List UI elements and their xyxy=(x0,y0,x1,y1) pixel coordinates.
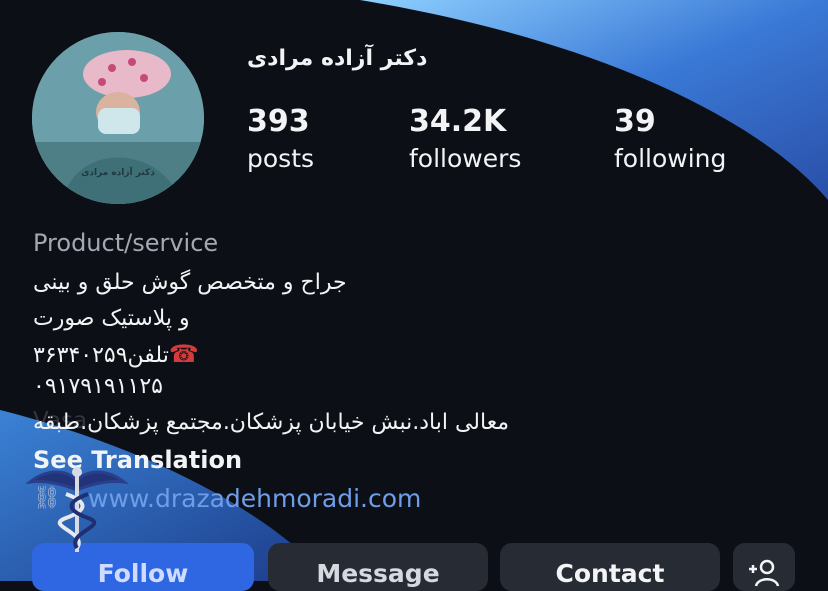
followers-label: followers xyxy=(409,144,522,173)
bio-line-2: و پلاستیک صورت xyxy=(33,306,190,331)
avatar-caption: دکتر آزاده مرادی xyxy=(81,168,155,178)
contact-button[interactable]: Contact xyxy=(500,543,720,591)
stat-following[interactable]: 39 following xyxy=(614,106,726,180)
profile-category: Product/service xyxy=(33,229,219,257)
followers-count: 34.2K xyxy=(409,104,507,139)
following-count: 39 xyxy=(614,104,656,139)
add-person-icon xyxy=(749,559,780,587)
avatar-photo xyxy=(32,32,204,204)
bio-phone-line: ☎تلفن۳۶۳۴۰۲۵۹ xyxy=(33,340,199,368)
telephone-icon: ☎ xyxy=(168,340,199,368)
website-link[interactable]: www.drazadehmoradi.com xyxy=(88,484,421,513)
following-label: following xyxy=(614,144,727,173)
profile-name: دکتر آزاده مرادی xyxy=(247,46,428,71)
bio-address: معالی اباد.نبش خیابان پزشکان.مجتمع پزشکا… xyxy=(33,410,510,435)
bio-line-1: جراح و متخصص گوش حلق و بینی xyxy=(33,270,347,295)
stat-posts[interactable]: 393 posts xyxy=(247,106,314,180)
phone-number: ۳۶۳۴۰۲۵۹ xyxy=(33,343,128,368)
caduceus-icon xyxy=(26,467,128,552)
phone-label: تلفن xyxy=(127,343,169,368)
posts-count: 393 xyxy=(247,104,310,139)
stat-followers[interactable]: 34.2K followers xyxy=(409,106,521,180)
profile-avatar[interactable]: دکتر آزاده مرادی xyxy=(32,32,204,204)
message-button[interactable]: Message xyxy=(268,543,488,591)
posts-label: posts xyxy=(247,144,315,173)
bio-mobile: ۰۹۱۷۹۱۹۱۱۲۵ xyxy=(33,374,163,399)
add-person-button[interactable] xyxy=(733,543,795,591)
